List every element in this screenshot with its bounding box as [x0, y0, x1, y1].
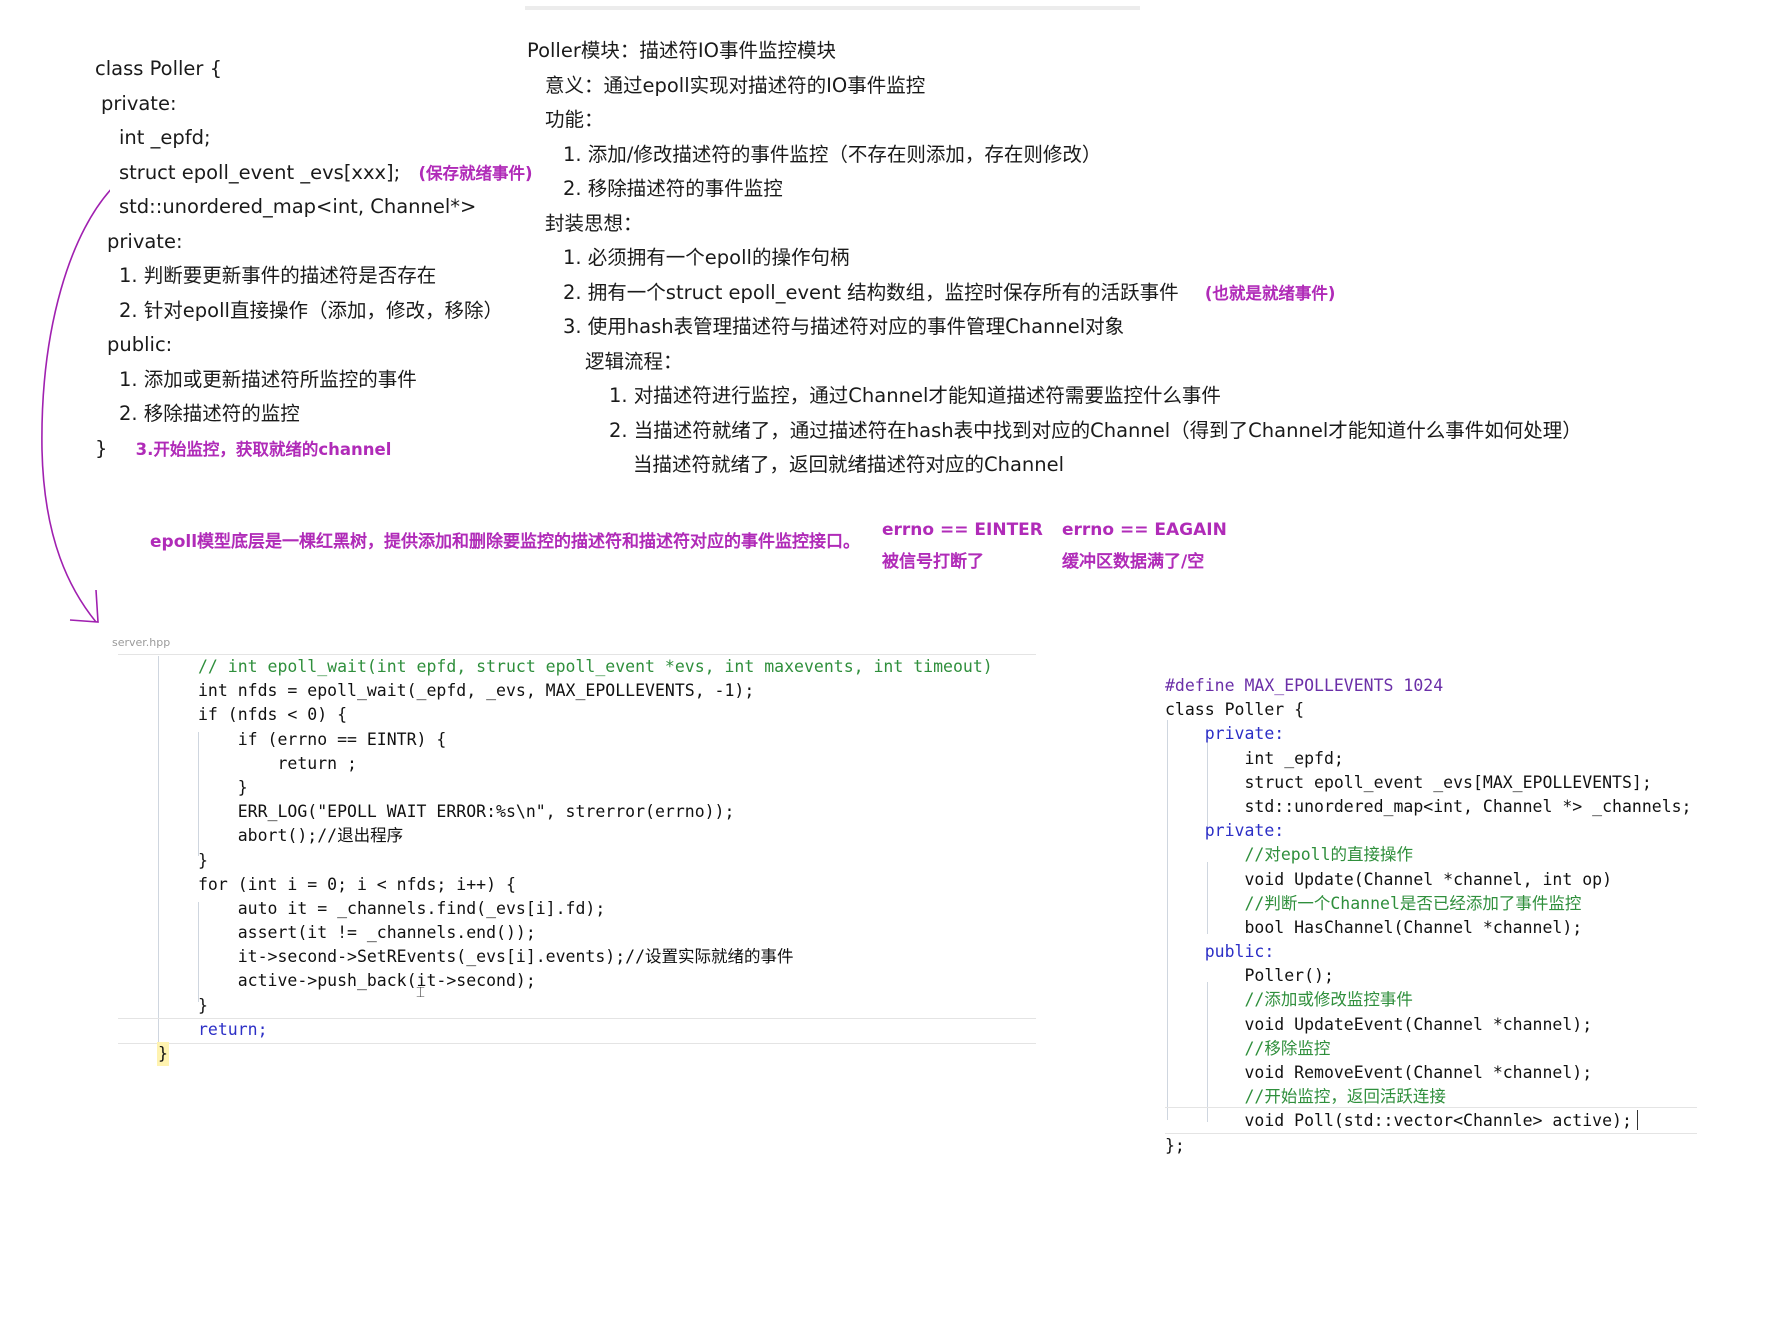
note-line: 1. 添加/修改描述符的事件监控（不存在则添加，存在则修改） — [563, 142, 1102, 166]
code-line: } — [198, 850, 208, 870]
note-line: 2. 拥有一个struct epoll_event 结构数组，监控时保存所有的活… — [527, 276, 1582, 311]
code-line: abort();//退出程序 — [198, 826, 404, 846]
note-line: 封装思想： — [545, 211, 643, 235]
text-caret — [1637, 1110, 1638, 1130]
eintr-title: errno == EINTER — [882, 520, 1043, 540]
code-line: //移除监控 — [1165, 1038, 1331, 1058]
note-line: private: — [107, 229, 183, 253]
note-line: public: — [107, 333, 173, 356]
eintr-note: errno == EINTER 被信号打断了 — [882, 514, 1043, 578]
note-line: 2. 当描述符就绪了，通过描述符在hash表中找到对应的Channel（得到了C… — [609, 418, 1582, 442]
code-line: struct epoll_event _evs[MAX_EPOLLEVENTS]… — [1165, 772, 1652, 792]
note-line: int _epfd; — [119, 126, 211, 149]
code-line: it->second->SetREvents(_evs[i].events);/… — [198, 947, 794, 967]
closing-brace: } — [157, 1042, 169, 1067]
eintr-desc: 被信号打断了 — [882, 552, 984, 572]
note-line: 1. 对描述符进行监控，通过Channel才能知道描述符需要监控什么事件 — [609, 384, 1221, 407]
eagain-title: errno == EAGAIN — [1062, 520, 1227, 540]
note-line: 逻辑流程： — [585, 349, 683, 373]
code-line: ERR_LOG("EPOLL WAIT ERROR:%s\n", strerro… — [198, 802, 735, 822]
code-line: return; — [198, 1019, 268, 1039]
poller-module-notes: Poller模块：描述符IO事件监控模块 意义：通过epoll实现对描述符的IO… — [527, 34, 1582, 483]
code-line: if (nfds < 0) { — [198, 705, 348, 725]
note-line: 2. 移除描述符的监控 — [119, 402, 300, 425]
code-line: class Poller { — [1165, 700, 1305, 720]
code-line: void UpdateEvent(Channel *channel); — [1165, 1014, 1593, 1034]
note-line: std::unordered_map<int, Channel*> — [119, 195, 477, 218]
code-line: assert(it != _channels.end()); — [198, 923, 536, 943]
note-line: 1. 必须拥有一个epoll的操作句柄 — [563, 246, 850, 269]
code-line: std::unordered_map<int, Channel *> _chan… — [1165, 796, 1692, 816]
code-line: void RemoveEvent(Channel *channel); — [1165, 1063, 1593, 1082]
code-line: //对epoll的直接操作 — [1165, 845, 1414, 865]
start-monitor-annotation: 3.开始监控，获取就绪的channel — [135, 439, 392, 459]
class-outline-notes: class Poller { private: int _epfd; struc… — [95, 52, 533, 466]
indent-guide — [158, 656, 159, 1066]
note-line: 功能： — [545, 108, 604, 131]
code-line: private: — [1165, 821, 1285, 841]
note-line: 1. 判断要更新事件的描述符是否存在 — [119, 264, 437, 287]
code-line: //开始监控，返回活跃连接 — [1165, 1087, 1446, 1107]
code-line: } — [198, 995, 208, 1015]
epoll-rbtree-note: epoll模型底层是一棵红黑树，提供添加和删除要监控的描述符和描述符对应的事件监… — [150, 532, 861, 552]
code-line: //判断一个Channel是否已经添加了事件监控 — [1165, 893, 1582, 913]
note-line: private: — [101, 91, 177, 115]
code-line: return ; — [198, 753, 357, 773]
code-line: bool HasChannel(Channel *channel); — [1165, 917, 1583, 937]
poller-class-code-block: #define MAX_EPOLLEVENTS 1024 class Polle… — [1165, 674, 1692, 1158]
code-line: public: — [1165, 942, 1275, 962]
code-line: }; — [1165, 1135, 1185, 1155]
code-line: int nfds = epoll_wait(_epfd, _evs, MAX_E… — [198, 681, 755, 701]
code-line: int _epfd; — [1165, 748, 1344, 768]
code-line: } — [198, 777, 248, 797]
editor-tab-label: server.hpp — [112, 636, 171, 649]
ready-events-annotation-2: (也就是就绪事件) — [1204, 283, 1336, 303]
code-line: if (errno == EINTR) { — [198, 729, 447, 749]
top-scroll-indicator — [525, 6, 1140, 10]
code-line: // int epoll_wait(int epfd, struct epoll… — [198, 657, 993, 676]
code-line: //添加或修改监控事件 — [1165, 990, 1413, 1010]
code-line: for (int i = 0; i < nfds; i++) { — [198, 874, 516, 894]
note-line: 当描述符就绪了，返回就绪描述符对应的Channel — [633, 453, 1065, 476]
note-text: struct epoll_event _evs[xxx]; — [119, 160, 401, 184]
code-line: active->push_back(it->second); — [198, 971, 536, 991]
note-text: 2. 拥有一个struct epoll_event 结构数组，监控时保存所有的活… — [563, 280, 1179, 304]
handdrawn-arrow-icon — [41, 189, 110, 623]
code-line: #define MAX_EPOLLEVENTS 1024 — [1165, 676, 1444, 695]
note-line: struct epoll_event _evs[xxx]; (保存就绪事件) — [95, 156, 533, 191]
current-line-border — [118, 1043, 1036, 1044]
note-line: class Poller { — [95, 57, 223, 80]
note-line: 3. 使用hash表管理描述符与描述符对应的事件管理Channel对象 — [563, 315, 1125, 338]
ready-events-annotation: (保存就绪事件) — [418, 163, 533, 183]
note-line: 意义：通过epoll实现对描述符的IO事件监控 — [545, 73, 926, 97]
note-line: 1. 添加或更新描述符所监控的事件 — [119, 367, 417, 391]
eagain-desc: 缓冲区数据满了/空 — [1062, 552, 1205, 572]
epoll-wait-code-block: // int epoll_wait(int epfd, struct epoll… — [198, 655, 993, 1042]
eagain-note: errno == EAGAIN 缓冲区数据满了/空 — [1062, 514, 1227, 578]
code-line: private: — [1165, 724, 1285, 744]
code-line: auto it = _channels.find(_evs[i].fd); — [198, 898, 606, 918]
text-cursor-icon: ⌶ — [416, 983, 426, 1001]
code-line: Poller(); — [1165, 966, 1334, 986]
note-line: Poller模块：描述符IO事件监控模块 — [527, 39, 836, 62]
note-line: } 3.开始监控，获取就绪的channel — [95, 432, 533, 467]
code-line: void Poll(std::vector<Channle> active); — [1165, 1111, 1632, 1131]
note-line: 2. 针对epoll直接操作（添加，修改，移除） — [119, 298, 503, 322]
note-line: 2. 移除描述符的事件监控 — [563, 177, 783, 200]
code-line: void Update(Channel *channel, int op) — [1165, 869, 1613, 889]
